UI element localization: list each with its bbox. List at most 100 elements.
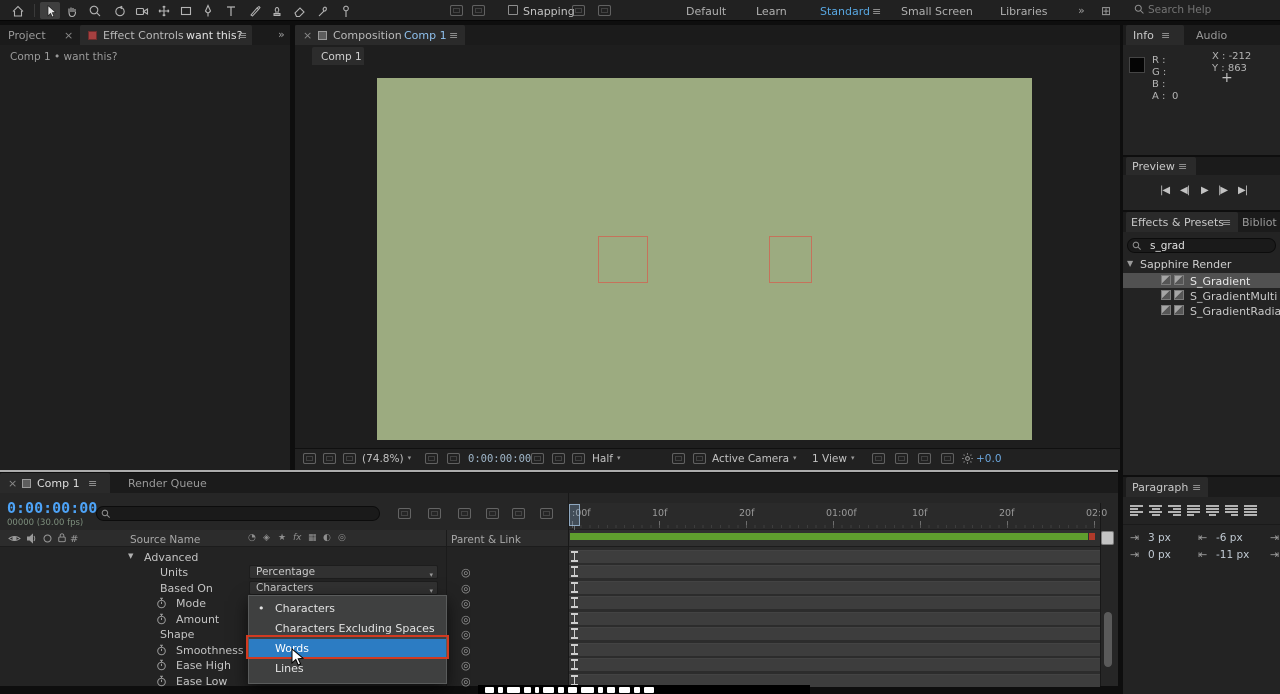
effects-tab-label[interactable]: Effects & Presets — [1131, 216, 1224, 229]
preview-panel-menu-icon[interactable]: ≡ — [1178, 160, 1187, 173]
next-frame-button[interactable]: |▶ — [1218, 185, 1228, 196]
justify-all-button[interactable] — [1244, 505, 1257, 516]
composition-tab-comp-name[interactable]: Comp 1 — [404, 29, 447, 42]
indent-right-value[interactable]: -6 px — [1216, 532, 1243, 544]
viewer-timecode[interactable]: 0:00:00:00 — [468, 453, 531, 465]
composition-canvas[interactable] — [377, 78, 1032, 440]
effect-item-s-gradient[interactable]: S_Gradient — [1190, 275, 1250, 288]
viewer-tab-label[interactable]: Comp 1 — [321, 51, 362, 63]
timeline-panel-menu-icon[interactable]: ≡ — [88, 477, 97, 490]
pick-whip-icon[interactable]: ◎ — [461, 676, 471, 687]
left-panel-overflow-chevron[interactable]: » — [278, 28, 285, 41]
tab-audio[interactable]: Audio — [1196, 29, 1227, 42]
effect-controls-layer-name[interactable]: want this? — [186, 29, 242, 42]
audio-speaker-icon[interactable] — [26, 533, 37, 544]
adjustment-switch-icon[interactable]: ◎ — [338, 533, 346, 543]
selection-tool[interactable] — [40, 2, 60, 19]
snapshot-icon[interactable] — [531, 453, 544, 464]
viewer-monitor-icon[interactable] — [323, 453, 336, 464]
property-smoothness[interactable]: Smoothness — [176, 644, 244, 657]
workspace-default[interactable]: Default — [686, 5, 726, 18]
units-dropdown[interactable]: Percentage ▾ — [249, 565, 438, 579]
stopwatch-icon[interactable] — [156, 675, 167, 687]
magnification-dropdown[interactable]: (74.8%) ▾ — [362, 453, 411, 465]
help-search-input[interactable] — [1148, 2, 1273, 18]
menu-item-characters[interactable]: • Characters — [249, 599, 446, 619]
space-before-value[interactable]: 0 px — [1148, 549, 1171, 561]
space-after-value[interactable]: -11 px — [1216, 549, 1249, 561]
timeline-search-field[interactable] — [96, 506, 380, 521]
grid-guides-icon[interactable] — [425, 453, 438, 464]
effects-search-field[interactable]: s_grad — [1127, 238, 1276, 253]
property-mode[interactable]: Mode — [176, 597, 206, 610]
roto-brush-tool[interactable] — [312, 2, 332, 19]
justify-last-left-button[interactable] — [1187, 505, 1200, 516]
stopwatch-icon[interactable] — [156, 644, 167, 656]
composition-flowchart-icon[interactable] — [398, 508, 411, 519]
menu-item-words[interactable]: Words — [249, 639, 446, 659]
previous-frame-button[interactable]: ◀| — [1180, 185, 1190, 196]
info-panel-menu-icon[interactable]: ≡ — [1161, 29, 1170, 42]
axis-mode-world-icon[interactable] — [472, 5, 485, 16]
show-channel-icon[interactable] — [572, 453, 585, 464]
snapping-option-2-icon[interactable] — [598, 5, 611, 16]
shy-switch-icon[interactable]: ◔ — [248, 533, 256, 543]
exposure-value[interactable]: +0.0 — [976, 453, 1002, 465]
puppet-pin-tool[interactable] — [336, 2, 356, 19]
mask-visibility-icon[interactable] — [447, 453, 460, 464]
timeline-comp-tab-label[interactable]: Comp 1 — [37, 477, 80, 490]
paragraph-panel-menu-icon[interactable]: ≡ — [1192, 481, 1201, 494]
orbit-camera-tool[interactable] — [110, 2, 130, 19]
column-hash[interactable]: # — [70, 534, 78, 545]
play-button[interactable]: ▶ — [1201, 185, 1209, 196]
composition-tab-label[interactable]: Composition — [333, 29, 402, 42]
zoom-tool[interactable] — [85, 2, 105, 19]
brush-tool[interactable] — [245, 2, 265, 19]
hand-tool[interactable] — [62, 2, 82, 19]
preview-tab-label[interactable]: Preview — [1132, 160, 1175, 173]
property-units[interactable]: Units — [160, 566, 188, 579]
lock-icon[interactable] — [56, 532, 68, 544]
type-tool[interactable] — [221, 2, 241, 19]
pick-whip-icon[interactable]: ◎ — [461, 660, 471, 671]
motion-blur-icon[interactable] — [512, 508, 525, 519]
eraser-tool[interactable] — [289, 2, 309, 19]
tab-libraries-truncated[interactable]: Bibliot — [1242, 216, 1277, 229]
camera-tool[interactable] — [132, 2, 152, 19]
region-of-interest-icon[interactable] — [672, 453, 685, 464]
axis-mode-icon[interactable] — [450, 5, 463, 16]
home-button[interactable] — [8, 2, 28, 19]
first-frame-button[interactable]: |◀ — [1160, 185, 1170, 196]
align-left-button[interactable] — [1130, 505, 1143, 516]
project-tab-close-icon[interactable]: × — [64, 29, 73, 42]
transparency-grid-icon[interactable] — [693, 453, 706, 464]
tab-render-queue[interactable]: Render Queue — [128, 477, 207, 490]
exposure-gear-icon[interactable] — [961, 452, 974, 465]
stopwatch-icon[interactable] — [156, 659, 167, 671]
effects-panel-menu-icon[interactable]: ≡ — [1222, 216, 1231, 229]
more-workspaces-chevron[interactable]: » — [1078, 4, 1085, 17]
current-time-display[interactable]: 0:00:00:00 — [7, 499, 97, 517]
composition-tab-close-icon[interactable]: × — [303, 29, 312, 42]
snapping-option-icon[interactable] — [572, 5, 585, 16]
pen-tool[interactable] — [198, 2, 218, 19]
collapse-switch-icon[interactable]: ◈ — [263, 533, 270, 543]
snapping-checkbox[interactable] — [508, 5, 518, 15]
pick-whip-icon[interactable]: ◎ — [461, 614, 471, 625]
view-layout-dropdown[interactable]: 1 View ▾ — [812, 453, 854, 465]
clone-stamp-tool[interactable] — [267, 2, 287, 19]
effect-switch-icon[interactable]: fx — [293, 533, 302, 543]
solo-icon[interactable] — [42, 533, 53, 544]
property-based-on[interactable]: Based On — [160, 582, 213, 595]
property-ease-high[interactable]: Ease High — [176, 659, 231, 672]
workspace-libraries[interactable]: Libraries — [1000, 5, 1048, 18]
last-frame-button[interactable]: ▶| — [1238, 185, 1248, 196]
show-snapshot-icon[interactable] — [552, 453, 565, 464]
fast-previews-icon[interactable] — [895, 453, 908, 464]
paragraph-tab-label[interactable]: Paragraph — [1132, 481, 1188, 494]
workspace-menu-icon[interactable]: ≡ — [872, 5, 881, 18]
workspace-small-screen[interactable]: Small Screen — [901, 5, 973, 18]
effect-item-s-gradientradial[interactable]: S_GradientRadial — [1190, 305, 1280, 318]
pick-whip-icon[interactable]: ◎ — [461, 598, 471, 609]
column-source-name[interactable]: Source Name — [130, 534, 200, 546]
